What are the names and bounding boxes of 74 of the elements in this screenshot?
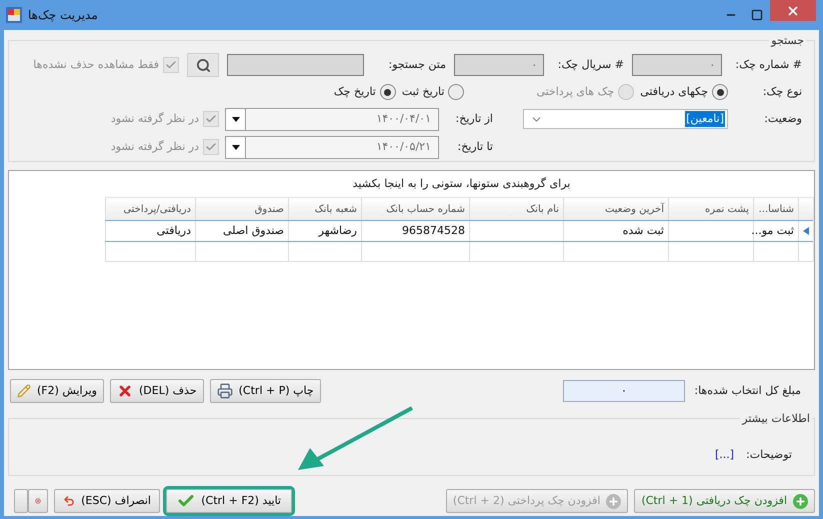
table-cell-text: دریافتی — [156, 222, 191, 239]
check-icon — [165, 59, 177, 71]
pencil-icon — [17, 384, 31, 398]
column-header[interactable]: صندوق — [195, 198, 288, 220]
close-button[interactable] — [770, 0, 816, 21]
radio-button[interactable] — [448, 84, 464, 100]
group-legend: اطلاعات بیشتر — [740, 411, 812, 428]
column-header[interactable]: نام بانک — [469, 198, 563, 220]
field-value: ۰ — [710, 58, 715, 72]
cancel-button[interactable]: انصراف (ESC) — [54, 489, 160, 513]
date-picker[interactable]: ۱۴۰۰/۰۵/۲۱ — [225, 136, 439, 158]
plus-icon — [606, 494, 622, 508]
field-label: # شماره چک: — [734, 56, 802, 73]
maximize-icon — [751, 9, 763, 21]
close-icon — [786, 4, 800, 18]
check-icon — [205, 113, 217, 125]
window-title: مدیریت چک‌ها — [28, 7, 98, 24]
action-button[interactable]: حذف (DEL) — [110, 379, 204, 403]
date-value: ۱۴۰۰/۰۴/۰۱ — [247, 110, 437, 128]
date-value: ۱۴۰۰/۰۵/۲۱ — [247, 138, 437, 156]
column-header[interactable]: شناسا... — [753, 198, 798, 220]
column-header[interactable]: شعبه بانک — [288, 198, 361, 220]
text-field[interactable]: ۰ — [632, 54, 722, 76]
column-header[interactable]: شماره حساب بانک — [361, 198, 469, 220]
column-header[interactable]: پشت نمره — [668, 198, 753, 220]
dropdown-value: [نامعین] — [685, 110, 725, 128]
radio-label: چک های پرداختی — [536, 84, 614, 100]
field-label: # سریال چک: — [556, 56, 624, 73]
undo-icon — [63, 493, 76, 509]
checkbox-label: در نظر گرفته نشود — [110, 110, 199, 127]
delete-icon — [117, 383, 133, 399]
radio-button[interactable] — [380, 84, 396, 100]
total-field: ۰ — [563, 380, 685, 402]
table-cell-text: ثبت شده — [622, 222, 664, 239]
printer-icon — [216, 383, 233, 399]
table-cell-text: ثبت مو... — [751, 222, 794, 239]
checkbox-label: فقط مشاهده حذف نشده‌ها — [33, 56, 159, 73]
table-cell-text: 965874528 — [402, 222, 465, 239]
app-icon — [6, 7, 22, 23]
action-button[interactable]: ویرایش (F2) — [10, 379, 104, 403]
search-button[interactable] — [187, 53, 219, 77]
search-icon — [196, 58, 210, 72]
caret-icon — [232, 116, 240, 122]
checkbox-label: در نظر گرفته نشود — [110, 138, 199, 155]
menu-button[interactable] — [14, 489, 28, 513]
add-button[interactable]: افزودن چک دریافتی (Ctrl + 1) — [634, 489, 815, 513]
group-by-hint: برای گروهبندی ستونها، ستونی را به اینجا بکشید — [352, 176, 570, 192]
description-link[interactable]: [...] — [715, 446, 734, 463]
total-label: مبلغ کل انتخاب شده‌ها: — [693, 382, 801, 399]
status-dropdown[interactable]: [نامعین] — [523, 109, 728, 129]
table-cell-text: رضاشهر — [318, 222, 357, 239]
date-picker[interactable]: ۱۴۰۰/۰۴/۰۱ — [225, 108, 439, 130]
text-field[interactable]: ۰ — [454, 54, 544, 76]
field-label: از تاریخ: — [454, 110, 493, 127]
field-label: نوع چک: — [762, 84, 802, 100]
confirm-button[interactable]: تایید (Ctrl + F2) — [166, 489, 292, 513]
text-field[interactable] — [227, 54, 364, 76]
description-label: توضیحات: — [746, 446, 792, 463]
radio-button[interactable] — [712, 84, 728, 100]
radio-label: تاریخ ثبت — [402, 84, 444, 100]
field-label: متن جستجو: — [387, 56, 446, 73]
field-value: ۰ — [532, 58, 537, 72]
field-label: وضعیت: — [763, 110, 802, 127]
table-cell-text: صندوق اصلی — [223, 222, 284, 239]
field-label: تا تاریخ: — [456, 138, 493, 155]
caret-icon — [232, 144, 240, 150]
check-icon — [205, 141, 217, 153]
column-header[interactable]: آخرین وضعیت — [563, 198, 668, 220]
plus-icon — [793, 494, 808, 508]
column-header[interactable]: دریافتی/پرداختی — [105, 198, 195, 220]
help-button[interactable] — [28, 489, 48, 513]
radio-label: تاریخ چک — [334, 84, 376, 100]
radio-label: چکهای دریافتی — [640, 84, 708, 100]
action-button[interactable]: چاپ (Ctrl + P) — [210, 379, 321, 403]
